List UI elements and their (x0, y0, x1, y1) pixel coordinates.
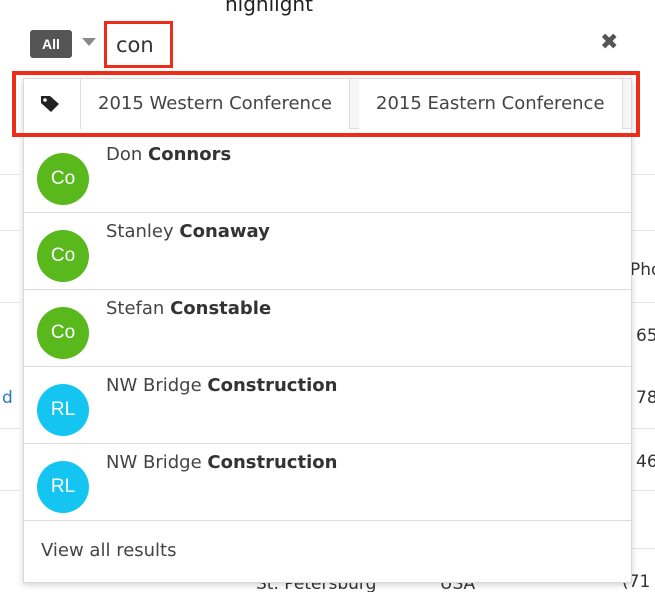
search-result-item[interactable]: Co Stefan Constable (24, 290, 631, 367)
search-query-highlight: con (104, 21, 173, 68)
bg-row-divider (0, 490, 20, 491)
tag-pill[interactable]: 2015 Western Conference (81, 79, 350, 129)
column-header-phone[interactable]: Pho (630, 260, 655, 280)
tag-suggestions-row: 2015 Western Conference 2015 Eastern Con… (24, 79, 631, 129)
close-icon[interactable]: ✖ (600, 32, 618, 54)
result-title[interactable]: Stefan Constable (106, 298, 271, 319)
avatar: Co (37, 153, 89, 205)
avatar: Co (37, 307, 89, 359)
search-input[interactable]: con (116, 33, 154, 57)
search-results-dropdown: 2015 Western Conference 2015 Eastern Con… (23, 78, 632, 583)
bg-row-divider (0, 302, 20, 303)
bg-row-divider (632, 548, 655, 549)
module-filter-button[interactable]: All (30, 30, 72, 58)
avatar: RL (37, 461, 89, 513)
tag-pill[interactable]: 2015 Eastern Conference (359, 79, 623, 129)
phone-cell: 78 (636, 388, 655, 408)
search-result-item[interactable]: RL NW Bridge Construction (24, 367, 631, 444)
bg-row-divider (0, 428, 20, 429)
avatar: Co (37, 230, 89, 282)
search-result-item[interactable]: Co Stanley Conaway (24, 213, 631, 290)
bg-row-divider (632, 428, 655, 429)
global-search-bar: All con ✖ (0, 20, 655, 68)
cut-off-caption: highlight (225, 0, 313, 16)
bg-row-divider (632, 302, 655, 303)
bg-row-divider (0, 230, 20, 231)
phone-cell: 65 (636, 326, 655, 346)
search-result-item[interactable]: RL NW Bridge Construction (24, 444, 631, 521)
bg-row-divider (632, 174, 655, 175)
search-result-item[interactable]: Co Don Connors (24, 136, 631, 213)
screenshot-stage: highlight Pho 65 78 46 (71 d St. Petersb… (0, 0, 655, 592)
tag-icon (24, 79, 81, 129)
result-title[interactable]: Don Connors (106, 144, 231, 165)
phone-cell: 46 (636, 452, 655, 472)
avatar: RL (37, 384, 89, 436)
bg-row-divider (0, 174, 20, 175)
result-title[interactable]: NW Bridge Construction (106, 452, 337, 473)
result-title[interactable]: NW Bridge Construction (106, 375, 337, 396)
bg-row-divider (632, 230, 655, 231)
chevron-down-icon[interactable] (82, 38, 96, 46)
record-link[interactable]: d (2, 388, 13, 408)
view-all-results-link[interactable]: View all results (41, 540, 177, 561)
result-title[interactable]: Stanley Conaway (106, 221, 270, 242)
bg-row-divider (632, 490, 655, 491)
